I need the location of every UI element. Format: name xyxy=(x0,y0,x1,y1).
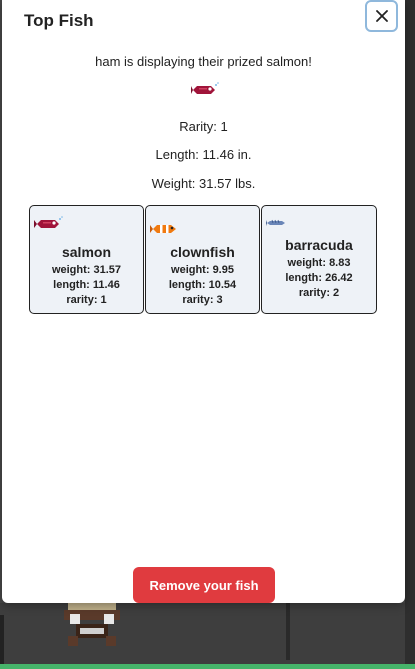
salmon-icon xyxy=(34,216,63,228)
display-message: ham is displaying their prized salmon! xyxy=(95,54,312,69)
wall xyxy=(405,0,415,669)
close-button[interactable] xyxy=(365,0,398,32)
fish-weight: weight: 31.57 xyxy=(51,264,122,276)
fish-name: barracuda xyxy=(285,237,353,253)
fish-weight: weight: 8.83 xyxy=(287,257,351,269)
salmon-icon xyxy=(191,82,219,94)
player-avatar[interactable] xyxy=(60,598,124,650)
post xyxy=(0,615,4,669)
fish-weight: weight: 9.95 xyxy=(171,264,234,276)
featured-weight: Weight: 31.57 lbs. xyxy=(151,176,256,191)
top-fish-modal: Top Fish ham is displaying their prized … xyxy=(2,0,405,603)
fish-rarity: rarity: 2 xyxy=(298,287,340,299)
fish-rarity: rarity: 1 xyxy=(66,294,107,306)
fish-card-salmon[interactable]: salmon weight: 31.57 length: 11.46 rarit… xyxy=(29,205,144,314)
fish-length: length: 26.42 xyxy=(285,272,353,284)
remove-fish-button[interactable]: Remove your fish xyxy=(133,567,275,603)
featured-rarity: Rarity: 1 xyxy=(179,119,228,134)
fish-name: clownfish xyxy=(170,244,235,260)
fish-card-barracuda[interactable]: barracuda weight: 8.83 length: 26.42 rar… xyxy=(261,205,377,314)
fish-cards: salmon weight: 31.57 length: 11.46 rarit… xyxy=(29,205,377,315)
close-icon xyxy=(375,10,388,22)
grass-edge xyxy=(0,664,415,669)
fish-length: length: 10.54 xyxy=(168,279,237,291)
fish-name: salmon xyxy=(61,244,111,260)
modal-title: Top Fish xyxy=(24,11,94,30)
fish-card-clownfish[interactable]: clownfish weight: 9.95 length: 10.54 rar… xyxy=(145,205,260,314)
barracuda-icon xyxy=(266,219,285,226)
fish-length: length: 11.46 xyxy=(53,279,120,291)
featured-length: Length: 11.46 in. xyxy=(155,147,252,162)
clownfish-icon xyxy=(150,225,176,233)
post xyxy=(286,600,290,660)
fish-rarity: rarity: 3 xyxy=(182,294,223,306)
